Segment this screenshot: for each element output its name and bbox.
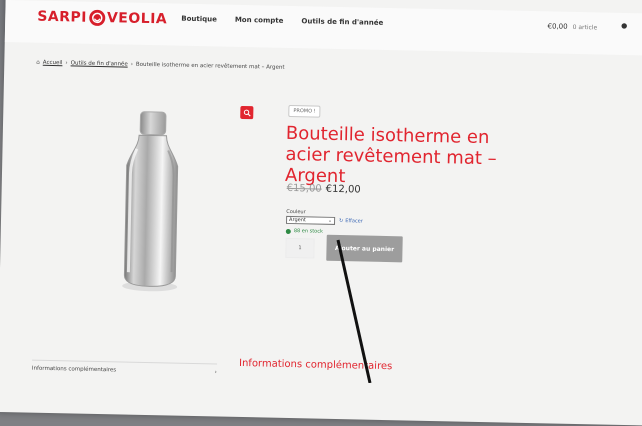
cart-total: €0,00 — [548, 22, 568, 30]
cart-icon[interactable] — [620, 22, 628, 30]
brand-right: VEOLIA — [107, 10, 168, 27]
product-title: Bouteille isotherme en acier revêtement … — [285, 123, 506, 191]
selected-color: Argent — [289, 217, 306, 223]
cart-count: 0 article — [573, 23, 598, 31]
cart-summary[interactable]: €0,00 0 article — [548, 22, 598, 31]
product-area: PROMO ! Bouteille isotherme en acier rev… — [0, 92, 642, 326]
breadcrumb-current: Bouteille isotherme en acier revêtement … — [136, 62, 285, 71]
variation-row: Argent ⌄ ↻ Effacer — [286, 216, 363, 226]
stock-dot-icon — [286, 228, 291, 233]
home-icon[interactable]: ⌂ — [36, 60, 40, 66]
quantity-value: 1 — [298, 245, 301, 251]
bottle-image — [100, 102, 202, 304]
veolia-mark-icon — [89, 10, 105, 26]
zoom-button[interactable] — [240, 106, 253, 119]
search-icon — [243, 108, 251, 116]
price-block: €15,00 €12,00 — [287, 183, 361, 196]
stock-text: 88 en stock — [294, 228, 323, 235]
brand-logo[interactable]: SARPI VEOLIA — [37, 9, 167, 28]
old-price: €15,00 — [287, 183, 322, 195]
info-tab[interactable]: Informations complémentaires › — [32, 360, 217, 376]
nav-mon-compte[interactable]: Mon compte — [235, 16, 284, 25]
add-to-cart-label: Ajouter au panier — [335, 244, 394, 252]
main-navigation: Boutique Mon compte Outils de fin d'anné… — [181, 15, 383, 27]
breadcrumb: ⌂ Accueil › Outils de fin d'année › Bout… — [36, 60, 284, 71]
site-header: SARPI VEOLIA Boutique Mon compte Outils … — [5, 0, 642, 56]
chevron-right-icon: › — [215, 369, 217, 375]
quantity-field[interactable]: 1 — [285, 238, 314, 259]
breadcrumb-category[interactable]: Outils de fin d'année — [71, 60, 128, 67]
variation-label: Couleur — [286, 209, 306, 215]
refresh-icon: ↻ — [339, 218, 343, 224]
breadcrumb-separator: › — [65, 60, 67, 66]
webpage-screenshot: SARPI VEOLIA Boutique Mon compte Outils … — [0, 0, 642, 426]
clear-label: Effacer — [345, 218, 363, 224]
brand-left: SARPI — [37, 9, 87, 26]
add-to-cart-button[interactable]: Ajouter au panier — [326, 235, 403, 263]
breadcrumb-home[interactable]: Accueil — [43, 60, 63, 66]
stock-status: 88 en stock — [286, 228, 323, 235]
breadcrumb-separator: › — [131, 62, 133, 68]
nav-outils[interactable]: Outils de fin d'année — [301, 17, 383, 27]
color-select[interactable]: Argent ⌄ — [286, 216, 335, 225]
nav-boutique[interactable]: Boutique — [181, 15, 217, 24]
chevron-down-icon: ⌄ — [328, 218, 332, 224]
current-price: €12,00 — [326, 184, 361, 196]
promo-badge: PROMO ! — [288, 105, 321, 118]
clear-selection-link[interactable]: ↻ Effacer — [339, 218, 363, 224]
info-heading: Informations complémentaires — [239, 358, 392, 372]
info-tab-label: Informations complémentaires — [32, 366, 116, 374]
